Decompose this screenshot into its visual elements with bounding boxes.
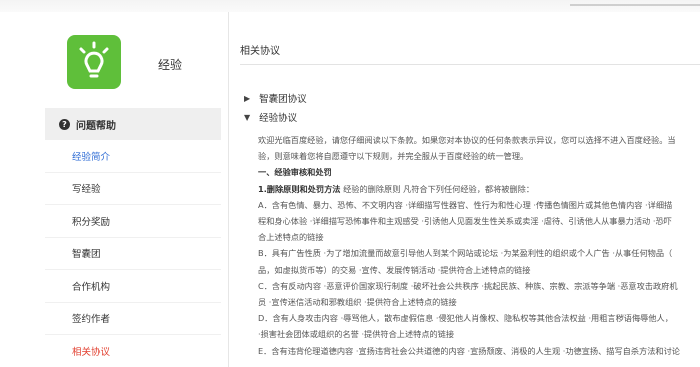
top-bar bbox=[0, 0, 700, 12]
paragraph-line: C．含有反动内容 ·恶意评价国家现行制度 ·破坏社会公共秩序 ·挑起民族、种族、… bbox=[258, 280, 678, 291]
main-content: 相关协议 ▶ 智囊团协议 ▼ 经验协议 欢迎光临百度经验，请您仔细阅读以下条款。… bbox=[240, 12, 700, 367]
rule-title: 1.删除原则和处罚方法 bbox=[258, 183, 341, 194]
paragraph-line: ·损害社会团体或组织的名誉 ·提供符合上述特点的链接 bbox=[258, 329, 455, 340]
section-label: 经验协议 bbox=[259, 113, 298, 124]
title-divider bbox=[240, 64, 700, 65]
paragraph-line: A．含有色情、暴力、恐怖、不文明内容 ·详细描写性器官、性行为和性心理 ·传播色… bbox=[258, 199, 673, 210]
rule-text: 经验的删除原则 凡符合下列任何经验，都将被删除： bbox=[340, 183, 535, 194]
brand-title: 经验 bbox=[158, 58, 183, 72]
paragraph-line: 程和身心体验 ·详细描写恐怖事件和主观感受 ·引诱他人见面发生性关系或卖淫 ·虐… bbox=[258, 216, 672, 227]
paragraph-line: 验，则意味着您将自愿遵守以下规则，并完全服从于百度经验的统一管理。 bbox=[258, 151, 529, 162]
caret-right-icon: ▶ bbox=[244, 93, 251, 103]
sidebar-item-intro[interactable]: 经验简介 bbox=[45, 140, 221, 173]
caret-down-icon: ▼ bbox=[244, 112, 251, 122]
agreement-text: 欢迎光临百度经验，请您仔细阅读以下条款。如果您对本协议的任何条款表示异议，您可以… bbox=[258, 132, 700, 359]
lightbulb-icon bbox=[79, 41, 109, 78]
paragraph-line: B．具有广告性质 ·为了增加流量而故意引导他人到某个网站或论坛 ·为某盈利性的组… bbox=[258, 248, 673, 259]
paragraph-line: 1.删除原则和处罚方法 经验的删除原则 凡符合下列任何经验，都将被删除： bbox=[258, 181, 700, 197]
section-thinktank-agreement[interactable]: ▶ 智囊团协议 bbox=[244, 91, 307, 106]
menu-header-help[interactable]: ? 问题帮助 bbox=[45, 108, 221, 140]
sidebar-item-thinktank[interactable]: 智囊团 bbox=[45, 238, 221, 270]
sidebar-item-authors[interactable]: 签约作者 bbox=[45, 303, 221, 335]
sidebar-divider bbox=[228, 12, 229, 367]
sidebar: 经验 ? 问题帮助 经验简介 写经验 积分奖励 智囊团 合作机构 签约作者 相关… bbox=[0, 12, 228, 367]
paragraph-line: D．含有人身攻击内容 ·辱骂他人，散布虚假信息 ·侵犯他人肖像权、隐私权等其他合… bbox=[258, 313, 673, 324]
sidebar-item-partners[interactable]: 合作机构 bbox=[45, 270, 221, 303]
paragraph-line: 品，如虚拟货币等）的交易 ·宣传、发展传销活动 ·提供符合上述特点的链接 bbox=[258, 264, 531, 275]
top-bar-line bbox=[570, 4, 700, 6]
paragraph-line: 合上述特点的链接 bbox=[258, 232, 324, 243]
side-menu: ? 问题帮助 经验简介 写经验 积分奖励 智囊团 合作机构 签约作者 相关协议 bbox=[45, 108, 221, 367]
section-label: 智囊团协议 bbox=[259, 94, 307, 105]
paragraph-line: 员 ·宣传迷信活动和邪教组织 ·提供符合上述特点的链接 bbox=[258, 297, 457, 308]
app-logo[interactable] bbox=[67, 35, 121, 89]
page-title: 相关协议 bbox=[240, 46, 280, 57]
sidebar-item-agreements[interactable]: 相关协议 bbox=[45, 335, 221, 367]
sidebar-item-points[interactable]: 积分奖励 bbox=[45, 205, 221, 238]
paragraph-line: 欢迎光临百度经验，请您仔细阅读以下条款。如果您对本协议的任何条款表示异议，您可以… bbox=[258, 135, 676, 145]
section-experience-agreement[interactable]: ▼ 经验协议 bbox=[244, 110, 298, 125]
paragraph-line: E．含有违背伦理道德内容 ·宣扬违背社会公共道德的内容 ·宣扬颓废、消极的人生观… bbox=[258, 345, 680, 356]
sidebar-item-write[interactable]: 写经验 bbox=[45, 173, 221, 205]
question-circle-icon: ? bbox=[59, 118, 70, 130]
menu-header-label: 问题帮助 bbox=[76, 120, 116, 132]
section-heading: 一、经验审核和处罚 bbox=[258, 167, 332, 178]
